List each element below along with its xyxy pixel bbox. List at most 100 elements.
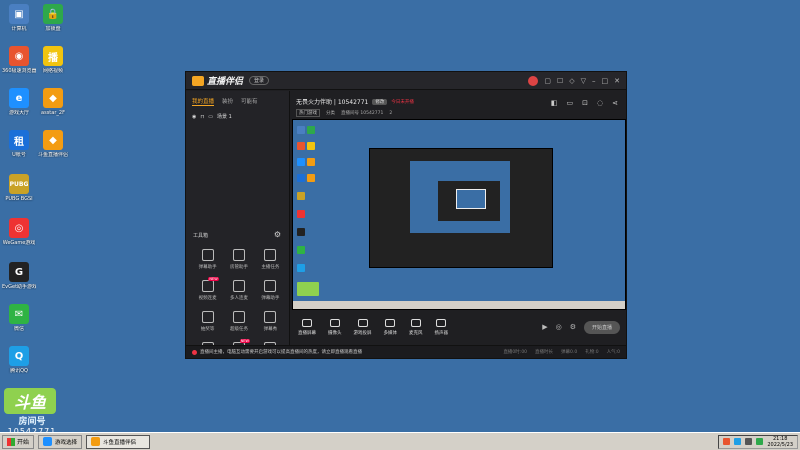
tool-item[interactable]: 超级任务 <box>223 311 254 332</box>
maximize-icon[interactable]: □ <box>602 77 609 85</box>
task-app-icon <box>43 437 53 446</box>
notification-icon[interactable]: ◌ <box>597 99 603 107</box>
tray-network-icon[interactable] <box>734 438 742 445</box>
desktop-icon[interactable]: 🔒 加锁盘 <box>36 4 70 32</box>
desktop-icon-label: EvGet助手游戏 <box>2 284 36 290</box>
settings-icon[interactable]: ⚙ <box>570 323 576 331</box>
system-tray: 21:18 2022/5/23 <box>718 434 798 449</box>
tool-item[interactable]: 多人连麦 <box>223 280 254 301</box>
taskbar-task[interactable]: 斗鱼直播伴侣 <box>86 434 151 449</box>
preview-desktop-icon <box>307 142 315 150</box>
stream-preview[interactable] <box>292 119 626 310</box>
lock-icon[interactable]: ⊓ <box>200 114 204 120</box>
tool-item[interactable]: 抽奖等 <box>192 311 223 332</box>
source-button[interactable]: 直播屏幕 <box>298 318 316 336</box>
category-label[interactable]: 分类 <box>326 110 335 116</box>
login-badge[interactable]: 登录 <box>249 76 270 85</box>
tab-decor[interactable]: 装扮 <box>222 97 233 106</box>
beauty-icon[interactable]: ◎ <box>556 323 562 331</box>
desktop-icon[interactable]: ◎ WeGame游戏 <box>2 218 36 246</box>
tray-app-icon[interactable] <box>723 438 731 445</box>
source-button[interactable]: 麦克风 <box>409 318 423 336</box>
source-icon <box>302 318 312 327</box>
menu-icon[interactable]: ▽ <box>581 77 586 85</box>
tool-item[interactable]: 房管助手 <box>223 249 254 270</box>
app-icon: PUBG <box>9 174 29 194</box>
shirt-icon[interactable]: ◇ <box>569 77 574 85</box>
tab-possible[interactable]: 可能有 <box>241 97 258 106</box>
desktop-icon-label: 加锁盘 <box>45 26 61 32</box>
tool-item[interactable]: NEW 视频连麦 <box>192 277 223 301</box>
tool-label: 视频连麦 <box>198 296 217 301</box>
source-icon <box>410 318 421 327</box>
desktop-icon-label: 计算机 <box>11 26 27 32</box>
task-label: 游戏选择 <box>55 439 78 446</box>
preview-desktop-icon <box>297 126 305 134</box>
scene-row[interactable]: ◉ ⊓ ▭ 场景 1 <box>186 109 289 124</box>
desktop-icon[interactable]: 播网络视频 <box>36 46 70 74</box>
app-icon: G <box>9 262 29 282</box>
desktop-icon[interactable]: e 游戏大厅 <box>2 88 36 116</box>
desktop-icon[interactable]: G EvGet助手游戏 <box>2 262 36 290</box>
douyu-logo-mark: 斗鱼 <box>4 388 56 414</box>
close-icon[interactable]: ✕ <box>614 77 620 85</box>
title-bar[interactable]: 直播伴侣 登录 ▢ ☐ ◇ ▽ – □ ✕ <box>186 72 626 90</box>
category-chip[interactable]: 热门游戏 <box>296 109 320 117</box>
toolbox-grid: 弹幕助手 房管助手 主播任务 NEW 视频连麦 多人连麦 弹幕助手 抽奖等 超级任务 弹幕秀 NEW <box>192 249 286 357</box>
preview-desktop-icon <box>297 246 305 254</box>
start-button[interactable]: 开始 <box>2 434 35 449</box>
message-icon[interactable]: ▢ <box>544 77 551 85</box>
tray-volume-icon[interactable] <box>745 438 753 445</box>
share-icon[interactable]: ⋖ <box>612 99 618 107</box>
desktop-icon[interactable]: ▣ 计算机 <box>2 4 36 32</box>
tool-icon: NEW <box>201 277 219 292</box>
desktop-icon[interactable]: 租 U帐号 <box>2 130 36 158</box>
stat-item: 弹幕0.0 <box>561 350 578 355</box>
nested-window-2 <box>438 181 500 221</box>
app-icon: ◉ <box>9 46 29 66</box>
tool-item[interactable]: 主播任务 <box>255 249 286 270</box>
desktop-icon[interactable]: PUBG PUBG BGSI <box>2 174 36 202</box>
tool-icon <box>201 311 214 323</box>
gift-icon[interactable]: ☐ <box>557 77 563 85</box>
douyu-room-logo[interactable]: 斗鱼 房间号 10542771 <box>4 388 60 436</box>
clock[interactable]: 21:18 2022/5/23 <box>767 436 793 448</box>
tool-item[interactable]: 弹幕助手 <box>255 280 286 301</box>
edit-tag[interactable]: 修改 <box>372 98 388 105</box>
start-live-button[interactable]: 开始直播 <box>583 320 620 334</box>
titlebar-controls: ▢ ☐ ◇ ▽ – □ ✕ <box>528 75 620 86</box>
desktop-icon[interactable]: Q 腾讯QQ <box>2 346 36 374</box>
layout-icon[interactable]: ⊡ <box>582 99 588 107</box>
desktop-icon-label: 360极速浏览器 <box>2 68 36 74</box>
desktop-icon[interactable]: ◆ 斗鱼直播伴侣 <box>36 130 70 158</box>
camera-effect-icon[interactable]: ▶ <box>542 323 547 331</box>
nested-preview <box>410 161 510 233</box>
task-list: 游戏选择 斗鱼直播伴侣 <box>34 434 151 449</box>
tab-my-live[interactable]: 我的直播 <box>192 97 215 106</box>
desktop-icon[interactable]: ◆ asstar_2F <box>36 88 70 116</box>
source-button[interactable]: 摄像头 <box>328 318 342 336</box>
tool-item[interactable]: 弹幕秀 <box>255 311 286 332</box>
share-screen-icon[interactable]: ▭ <box>567 99 574 107</box>
source-icon <box>436 318 447 327</box>
desktop-icon[interactable]: ✉ 微信 <box>2 304 36 332</box>
minimize-icon[interactable]: – <box>592 77 596 85</box>
source-icon <box>385 318 396 327</box>
tray-security-icon[interactable] <box>756 438 764 445</box>
preview-logo <box>297 282 319 296</box>
taskbar-task[interactable]: 游戏选择 <box>38 434 83 449</box>
desktop-icon[interactable]: ◉ 360极速浏览器 <box>2 46 36 74</box>
eye-icon[interactable]: ◉ <box>192 114 196 120</box>
tool-label: 弹幕助手 <box>261 296 280 301</box>
tool-icon <box>264 249 277 261</box>
room-title[interactable]: 无畏火力伴助 | 10542771 <box>296 97 368 106</box>
source-button[interactable]: 扬声器 <box>435 318 448 336</box>
bottom-right-controls: ▶ ◎ ⚙ 开始直播 <box>542 320 620 334</box>
source-button[interactable]: 游戏投屏 <box>354 318 372 336</box>
record-icon[interactable]: ◧ <box>551 99 558 107</box>
tool-item[interactable]: 弹幕助手 <box>192 249 223 270</box>
avatar[interactable] <box>528 75 539 86</box>
source-button[interactable]: 多媒体 <box>384 318 397 336</box>
nested-preview-2 <box>456 189 486 209</box>
toolbox-settings-icon[interactable]: ⚙ <box>274 230 281 239</box>
